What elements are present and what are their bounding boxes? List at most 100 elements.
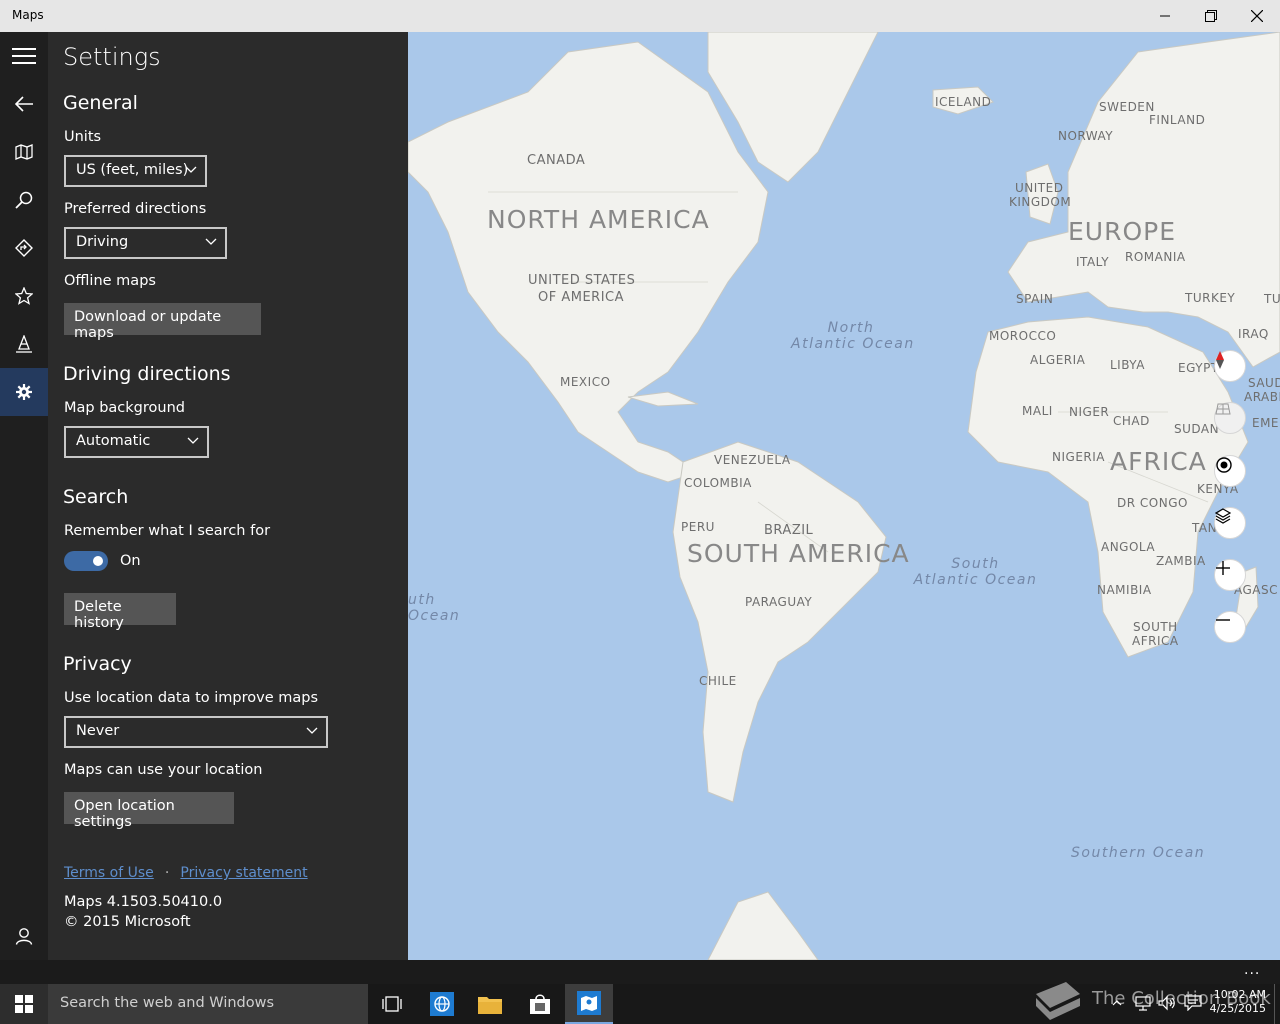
page-title: Settings [63,43,161,71]
general-heading: General [63,92,138,114]
gear-icon [16,384,32,400]
location-data-value: Never [76,723,120,739]
map-label-country: UNITED [1015,181,1064,195]
map-view[interactable]: NORTH AMERICA SOUTH AMERICA EUROPE AFRIC… [408,32,1280,960]
clock-date: 4/25/2015 [1209,1002,1266,1015]
my-location-button[interactable] [1214,455,1246,487]
map-label-country: SAUDI [1248,376,1280,390]
footer-links: Terms of Use · Privacy statement [64,862,308,881]
ocean-label-line: Ocean [408,608,461,624]
taskbar-maps-button[interactable] [565,984,613,1024]
store-icon [530,994,550,1014]
taskbar-browser-button[interactable] [418,984,466,1024]
grid-tilt-icon [1215,403,1231,415]
minus-icon [1216,619,1230,621]
map-background-value: Automatic [76,433,151,449]
taskbar-file-explorer-button[interactable] [466,984,514,1024]
directions-dropdown[interactable]: Driving [64,227,227,259]
map-icon [15,144,33,160]
hamburger-icon [12,48,36,64]
units-dropdown[interactable]: US (feet, miles) [64,155,207,187]
location-data-dropdown[interactable]: Never [64,716,328,748]
minimize-button[interactable] [1142,0,1188,32]
map-label-country: FINLAND [1149,113,1206,127]
map-label-country: MOROCCO [989,329,1057,343]
nav-favorites-button[interactable] [0,272,48,320]
map-label-country: LIBYA [1110,358,1145,372]
map-label-ocean: South Atlantic Ocean [913,556,1038,588]
map-label-country: PARAGUAY [745,595,813,609]
volume-icon[interactable] [1158,995,1176,1011]
map-label-country: ARABIA [1244,390,1280,404]
map-label-country: TURKEY [1185,291,1236,305]
close-button[interactable] [1234,0,1280,32]
restore-icon [1205,10,1217,22]
privacy-statement-link[interactable]: Privacy statement [180,865,307,881]
map-label-country: CANADA [527,153,586,168]
window-title: Maps [12,8,44,22]
chevron-up-icon[interactable] [1112,998,1122,1008]
map-label-continent: AFRICA [1110,447,1207,476]
nav-map-button[interactable] [0,128,48,176]
nav-settings-button[interactable] [0,368,48,416]
folder-icon [478,997,502,1014]
chevron-down-icon [185,166,197,173]
remember-search-toggle[interactable] [64,551,108,571]
browser-icon [430,992,454,1016]
map-label-country: OF AMERICA [538,290,625,305]
network-icon[interactable] [1134,995,1152,1011]
account-button[interactable] [0,912,48,960]
zoom-in-button[interactable] [1214,559,1246,591]
task-view-button[interactable] [368,984,416,1024]
location-data-label: Use location data to improve maps [64,690,319,706]
open-location-settings-button[interactable]: Open location settings [64,792,234,830]
remember-search-label: Remember what I search for [64,523,271,539]
map-background-label: Map background [64,400,185,416]
map-label-country: SWEDEN [1099,100,1155,114]
ocean-label-line: Atlantic Ocean [791,336,915,352]
units-value: US (feet, miles) [76,162,189,178]
ocean-label-line: North [827,320,875,336]
user-icon [15,928,33,945]
delete-history-button[interactable]: Delete history [64,593,176,631]
back-button[interactable] [0,80,48,128]
minimize-icon [1160,15,1170,17]
download-maps-button[interactable]: Download or update maps [64,303,261,341]
search-heading: Search [63,486,129,508]
directions-value: Driving [76,234,129,250]
hamburger-menu-button[interactable] [0,32,48,80]
link-separator: · [164,865,170,881]
map-label-country: UNITED STATES [528,273,636,288]
tilt-button[interactable] [1214,402,1246,434]
show-desktop-button[interactable] [1274,984,1280,1024]
map-label-continent: NORTH AMERICA [487,205,710,234]
terms-of-use-link[interactable]: Terms of Use [64,865,154,881]
map-label-country: ALGERIA [1030,353,1086,367]
nav-3d-cities-button[interactable] [0,320,48,368]
taskbar-search-box[interactable]: Search the web and Windows [48,984,368,1024]
clock-time: 10:02 AM [1213,988,1266,1001]
more-options-button[interactable]: ... [1244,962,1260,978]
compass-button[interactable] [1214,350,1246,382]
map-label-country: ICELAND [935,95,992,109]
location-target-icon [1216,457,1232,473]
restore-button[interactable] [1188,0,1234,32]
map-layers-button[interactable] [1214,507,1246,539]
taskbar-store-button[interactable] [516,984,564,1024]
zoom-out-button[interactable] [1214,611,1246,643]
map-label-country: SUDAN [1174,422,1220,436]
map-label-country: ANGOLA [1101,540,1156,554]
taskbar-clock[interactable]: 10:02 AM 4/25/2015 [1206,988,1266,1016]
start-button[interactable] [0,984,48,1024]
units-label: Units [64,129,102,145]
map-label-ocean: Southern Ocean [1071,845,1206,861]
action-center-icon[interactable] [1184,995,1202,1011]
nav-search-button[interactable] [0,176,48,224]
windows-logo-icon [15,995,33,1013]
chevron-down-icon [187,437,199,444]
nav-directions-button[interactable] [0,224,48,272]
task-view-icon [382,996,402,1012]
map-background-dropdown[interactable]: Automatic [64,426,209,458]
ocean-label-line: uth [408,592,436,608]
book-logo-icon [1036,982,1080,1020]
